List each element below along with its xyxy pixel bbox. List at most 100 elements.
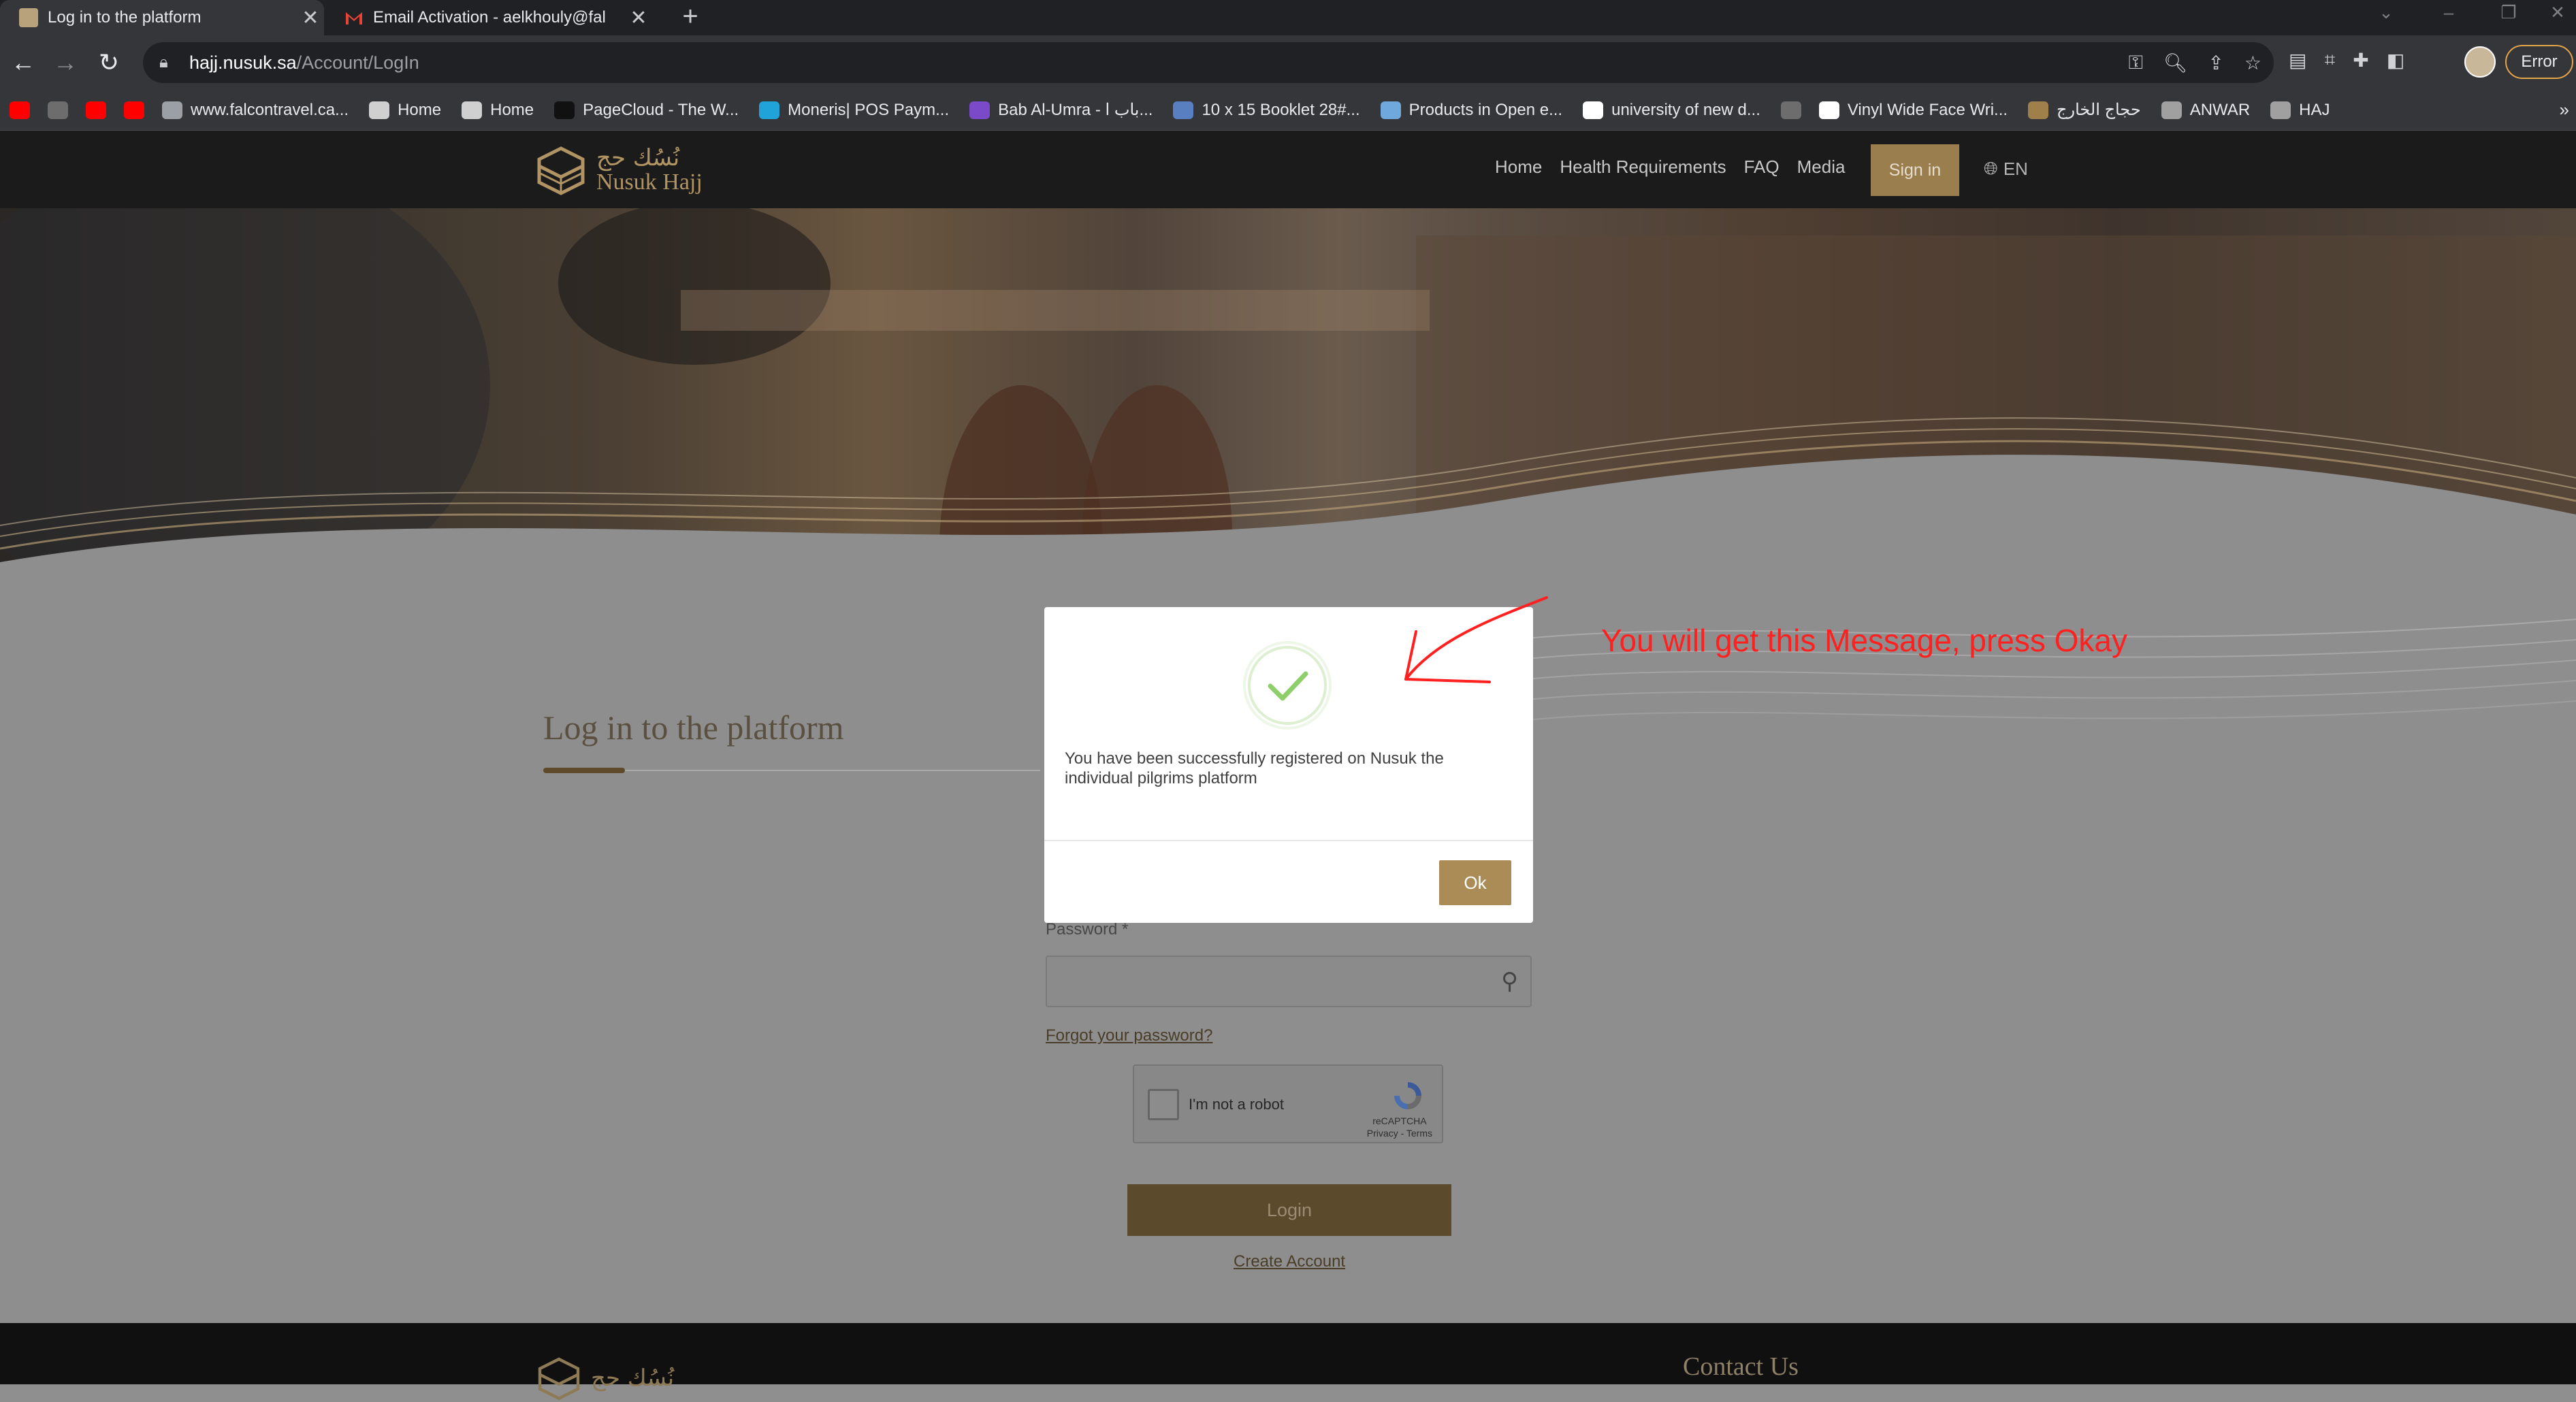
restore-icon[interactable]: ❐ — [2485, 0, 2532, 35]
forgot-password-link[interactable]: Forgot your password? — [1046, 1026, 1212, 1045]
bookmark-item[interactable]: Bab Al-Umra - باب ا... — [969, 100, 1153, 120]
bookmark-item[interactable]: 10 x 15 Booklet 28#... — [1173, 100, 1360, 120]
bookmark-label: 10 x 15 Booklet 28#... — [1202, 100, 1360, 119]
recaptcha-logo-icon — [1394, 1082, 1421, 1109]
site-nav: Home Health Requirements FAQ Media — [1495, 157, 1845, 178]
annotation-arrow-icon — [1404, 596, 1548, 683]
share-icon[interactable]: ⇪ — [2208, 52, 2223, 74]
dialog-message: You have been successfully registered on… — [1065, 749, 1444, 787]
recaptcha-widget: I'm not a robot reCAPTCHA Privacy - Term… — [1133, 1064, 1443, 1143]
close-window-icon[interactable]: ✕ — [2539, 0, 2576, 35]
bookmark-label: HAJ — [2299, 100, 2330, 119]
tab-search-icon[interactable]: ⌄ — [2362, 0, 2410, 35]
zoom-icon[interactable]: 🔍︎ — [2163, 52, 2188, 74]
page-title: Log in to the platform — [543, 708, 844, 747]
close-tab-icon[interactable]: ✕ — [625, 6, 652, 30]
minimize-icon[interactable]: – — [2425, 0, 2473, 35]
hajj-icon — [2028, 101, 2049, 119]
nusuk-favicon-icon — [19, 8, 38, 27]
bookmark-label: Home — [490, 100, 534, 119]
nusuk-hajj-logo[interactable]: نُسُك حج Nusuk Hajj — [534, 143, 703, 197]
forward-icon[interactable]: → — [52, 49, 79, 76]
extensions-puzzle-icon[interactable]: ✚ — [2353, 49, 2368, 71]
pagecloud-icon — [554, 101, 575, 119]
new-tab-button[interactable]: + — [673, 0, 708, 35]
star-icon[interactable]: ☆ — [2244, 52, 2261, 74]
bookmark-item[interactable] — [10, 101, 30, 119]
browser-toolbar: ← → ↻ 🔒︎ hajj.nusuk.sa /Account/LogIn ⚿ … — [0, 35, 2576, 90]
hero-banner-image — [0, 208, 2576, 644]
key-icon[interactable]: ⚲ — [1501, 968, 1518, 995]
bookmark-item[interactable] — [86, 101, 106, 119]
dialog-divider — [1044, 840, 1533, 841]
bookmarks-overflow-icon[interactable]: » — [2560, 99, 2569, 120]
extension-printer-icon[interactable]: ▤ — [2289, 49, 2306, 71]
recaptcha-checkbox[interactable] — [1148, 1089, 1179, 1120]
create-account-link[interactable]: Create Account — [1234, 1252, 1345, 1271]
sign-in-button[interactable]: Sign in — [1871, 144, 1959, 196]
bookmark-label: Vinyl Wide Face Wri... — [1847, 100, 2008, 119]
bookmark-label: www.falcontravel.ca... — [191, 100, 349, 119]
password-field[interactable]: ⚲ — [1046, 956, 1532, 1007]
tab-login[interactable]: Log in to the platform ✕ — [0, 0, 324, 35]
bookmark-item[interactable] — [124, 101, 144, 119]
login-button[interactable]: Login — [1127, 1184, 1451, 1236]
globe-icon — [162, 101, 182, 119]
reload-icon[interactable]: ↻ — [95, 49, 123, 76]
youtube-icon — [124, 101, 144, 119]
url-path: /Account/LogIn — [296, 52, 419, 73]
ok-button[interactable]: Ok — [1439, 860, 1511, 905]
youtube-icon — [10, 101, 30, 119]
tab-email-activation[interactable]: Email Activation - aelkhouly@fal ✕ — [325, 0, 652, 35]
title-divider — [625, 770, 1040, 771]
nusuk-icon — [2270, 101, 2291, 119]
recaptcha-brand: reCAPTCHA — [1372, 1115, 1427, 1126]
bookmark-item[interactable]: HAJ — [2270, 101, 2330, 120]
extension-code-icon[interactable]: ⌗ — [2324, 49, 2335, 71]
bookmark-item[interactable]: Home — [369, 101, 441, 120]
recaptcha-label: I'm not a robot — [1189, 1096, 1284, 1113]
footer-logo-arabic: نُسُك حج — [591, 1365, 675, 1392]
bookmark-label: ANWAR — [2189, 100, 2251, 119]
logo-arabic-text: نُسُك حج — [596, 144, 680, 172]
site-header: نُسُك حج Nusuk Hajj Home Health Requirem… — [0, 131, 2576, 208]
lock-icon[interactable]: 🔒︎ — [159, 53, 184, 72]
bookmark-item[interactable]: Home — [462, 101, 534, 120]
language-switcher[interactable]: 🌐︎ EN — [1984, 158, 2028, 180]
youtube-icon — [86, 101, 106, 119]
bookmark-item[interactable]: Vinyl Wide Face Wri... — [1818, 100, 2008, 120]
nav-home[interactable]: Home — [1495, 157, 1542, 178]
bookmark-item[interactable]: www.falcontravel.ca... — [162, 101, 349, 120]
bookmark-item[interactable] — [48, 101, 68, 119]
bookmark-item[interactable]: Products in Open e... — [1380, 101, 1562, 120]
bookmark-item[interactable] — [1780, 101, 1801, 119]
bookmark-label: PageCloud - The W... — [583, 100, 739, 119]
gmail-icon — [344, 8, 364, 27]
bookmark-item[interactable]: PageCloud - The W... — [554, 101, 739, 120]
recaptcha-links[interactable]: Privacy - Terms — [1367, 1127, 1432, 1139]
bookmark-item[interactable]: حجاج الخارج — [2028, 100, 2141, 120]
title-underline — [543, 768, 625, 773]
side-panel-icon[interactable]: ◧ — [2387, 49, 2404, 71]
back-icon[interactable]: ← — [10, 49, 37, 76]
success-check-icon — [1243, 641, 1332, 730]
bookmark-label: university of new d... — [1611, 100, 1760, 119]
bookmark-item[interactable]: Moneris| POS Paym... — [759, 101, 949, 120]
close-tab-icon[interactable]: ✕ — [297, 6, 324, 30]
profile-error-button[interactable]: Error — [2505, 45, 2573, 79]
google-icon — [1583, 101, 1604, 119]
profile-avatar[interactable] — [2464, 46, 2496, 78]
bookmark-item[interactable]: ANWAR — [2161, 101, 2250, 120]
nav-health-requirements[interactable]: Health Requirements — [1560, 157, 1726, 178]
kaaba-logo-icon — [538, 1357, 580, 1401]
nav-faq[interactable]: FAQ — [1744, 157, 1780, 178]
bookmark-item[interactable]: university of new d... — [1583, 101, 1760, 120]
kaaba-logo-icon — [537, 146, 585, 195]
key-icon[interactable]: ⚿ — [2129, 52, 2143, 74]
address-bar[interactable]: 🔒︎ hajj.nusuk.sa /Account/LogIn ⚿ 🔍︎ ⇪ ☆ — [143, 42, 2274, 83]
logo-english-text: Nusuk Hajj — [596, 169, 703, 195]
nusuk-icon — [2161, 101, 2182, 119]
booklet-icon — [1173, 101, 1194, 119]
nav-media[interactable]: Media — [1797, 157, 1846, 178]
url-host: hajj.nusuk.sa — [189, 52, 297, 73]
